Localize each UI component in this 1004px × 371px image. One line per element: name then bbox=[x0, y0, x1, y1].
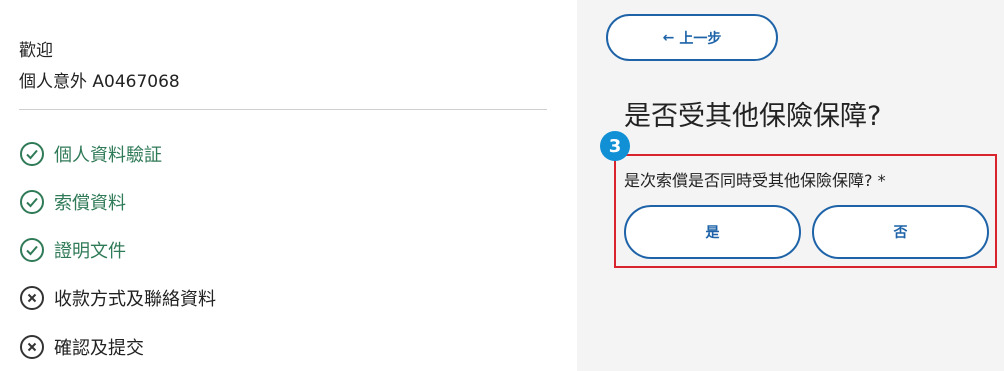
step-label: 個人資料驗証 bbox=[54, 145, 162, 166]
yes-button[interactable]: 是 bbox=[624, 205, 801, 259]
step-label: 索償資料 bbox=[54, 193, 126, 214]
step-payment-contact[interactable]: 收款方式及聯絡資料 bbox=[19, 284, 216, 312]
step-label: 證明文件 bbox=[54, 241, 126, 262]
policy-label: 個人意外 A0467068 bbox=[19, 72, 180, 92]
divider bbox=[19, 109, 547, 110]
step-personal-verification[interactable]: 個人資料驗証 bbox=[19, 140, 162, 168]
step-label: 收款方式及聯絡資料 bbox=[54, 289, 216, 310]
back-button-label: 上一步 bbox=[679, 30, 722, 47]
check-circle-icon bbox=[19, 189, 45, 215]
step-supporting-documents[interactable]: 證明文件 bbox=[19, 236, 126, 264]
welcome-text: 歡迎 bbox=[19, 41, 53, 61]
check-circle-icon bbox=[19, 237, 45, 263]
x-circle-icon bbox=[19, 334, 45, 360]
no-button[interactable]: 否 bbox=[812, 205, 989, 259]
annotation-step-badge: 3 bbox=[600, 131, 630, 161]
sub-question-label: 是次索償是否同時受其他保險保障? * bbox=[624, 171, 886, 190]
question-title: 是否受其他保險保障? bbox=[624, 101, 882, 132]
back-button[interactable]: ← 上一步 bbox=[606, 14, 778, 61]
step-confirm-submit[interactable]: 確認及提交 bbox=[19, 333, 144, 361]
step-claim-info[interactable]: 索償資料 bbox=[19, 188, 126, 216]
progress-sidebar: 歡迎 個人意外 A0467068 個人資料驗証 索償資料 證明文件 收款方式及聯… bbox=[0, 0, 577, 371]
question-panel: ← 上一步 是否受其他保險保障? 3 是次索償是否同時受其他保險保障? * 是 … bbox=[577, 0, 1004, 371]
check-circle-icon bbox=[19, 141, 45, 167]
arrow-left-icon: ← bbox=[662, 29, 675, 46]
x-circle-icon bbox=[19, 285, 45, 311]
step-label: 確認及提交 bbox=[54, 338, 144, 359]
